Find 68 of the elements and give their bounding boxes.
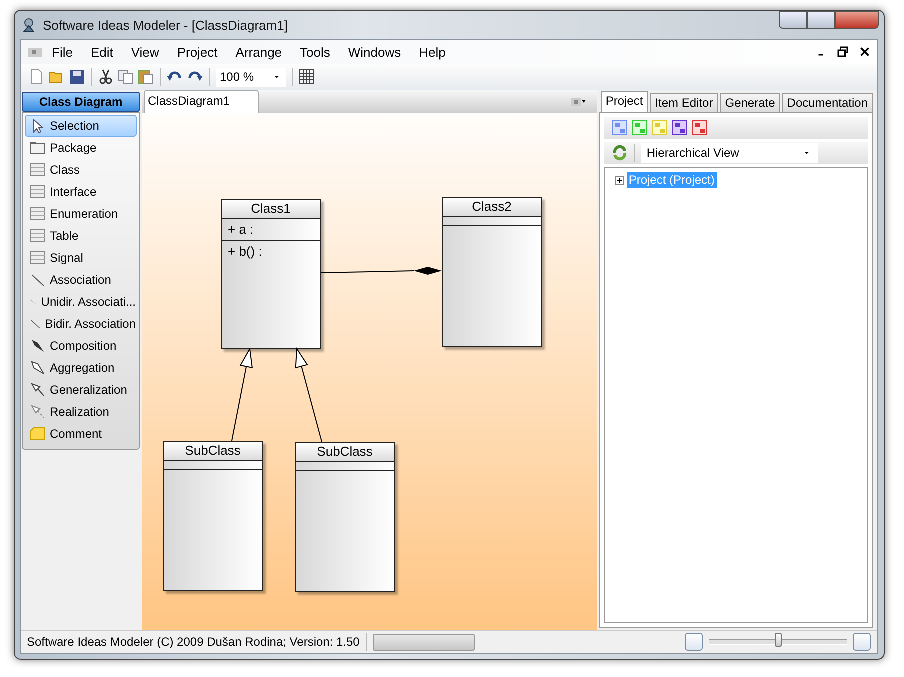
close-icon[interactable] [859,46,871,58]
paste-icon[interactable] [138,69,154,85]
realization-icon [30,404,46,420]
class-box: Class1 + a : + b() : [221,199,321,349]
toolbox-item[interactable]: Realization [25,401,137,423]
generalization-icon [30,382,46,398]
zoom-dropdown[interactable]: 100 % [216,68,286,86]
toolbox-item[interactable]: Comment [25,423,137,445]
maximize-button[interactable] [807,11,835,29]
aggregation-icon [30,360,46,376]
menu-item[interactable]: Help [410,44,455,60]
expand-icon[interactable] [614,176,624,184]
close-button[interactable] [835,11,879,29]
scissors-icon[interactable] [98,69,114,85]
toolbox-item[interactable]: Interface [25,181,137,203]
toolbox-item[interactable]: Unidir. Associati... [25,291,137,313]
menu-item[interactable]: View [122,44,168,60]
toolbox-item[interactable]: Aggregation [25,357,137,379]
toolbox-item[interactable]: Composition [25,335,137,357]
toolbox-item[interactable]: Association [25,269,137,291]
window-title: Software Ideas Modeler - [ClassDiagram1] [43,18,288,32]
document-tab[interactable]: ClassDiagram1 [144,90,260,113]
menu-item[interactable]: Tools [291,44,340,60]
status-text: Software Ideas Modeler (C) 2009 Dušan Rodina; Version: 1.50 [27,635,360,649]
diagram-type-icon[interactable] [692,120,708,136]
composition-icon [30,338,46,354]
toolbox-item[interactable]: Selection [25,115,137,137]
toolbox-item[interactable]: Table [25,225,137,247]
save-icon[interactable] [69,69,85,85]
class-icon [30,228,46,244]
app-logo-icon [21,17,37,33]
diagram-type-icon[interactable] [672,120,688,136]
class-icon [30,162,46,178]
class-icon [30,206,46,222]
minimize-button[interactable] [779,11,807,29]
restore-icon[interactable] [837,46,849,58]
toolbox-item[interactable]: Package [25,137,137,159]
panel-tab[interactable]: Documentation [782,93,873,112]
class-icon [30,184,46,200]
folder-icon [30,140,46,156]
view-dropdown[interactable]: Hierarchical View [640,143,818,163]
menu-item[interactable]: Arrange [226,44,292,60]
toolbox-header: Class Diagram [22,92,140,112]
refresh-icon[interactable] [612,145,628,161]
grid-icon[interactable] [299,69,315,85]
menu-item[interactable]: File [43,44,82,60]
menu-item[interactable]: Edit [82,44,122,60]
toolbox-item[interactable]: Enumeration [25,203,137,225]
zoom-in-button[interactable] [853,633,871,651]
class-icon [30,250,46,266]
zoom-slider-thumb[interactable] [775,633,782,647]
class-box: SubClass [295,442,395,592]
class-box: SubClass [163,441,263,591]
panel-tab[interactable]: Generate [720,93,780,112]
class-box: Class2 [442,197,542,347]
panel-tab[interactable]: Item Editor [650,93,718,112]
menu-item[interactable]: Project [168,44,227,60]
toolbox-item[interactable]: Class [25,159,137,181]
toolbox-item[interactable]: Generalization [25,379,137,401]
zoom-out-button[interactable] [685,633,703,651]
diagram-type-icon[interactable] [612,120,628,136]
toolbox-item[interactable]: Bidir. Association [25,313,137,335]
toolbox-item[interactable]: Signal [25,247,137,269]
panel-tab[interactable]: Project [600,91,648,112]
menu-item[interactable]: Windows [339,44,410,60]
note-icon [30,426,46,442]
new-icon[interactable] [29,69,45,85]
line-icon [30,272,46,288]
